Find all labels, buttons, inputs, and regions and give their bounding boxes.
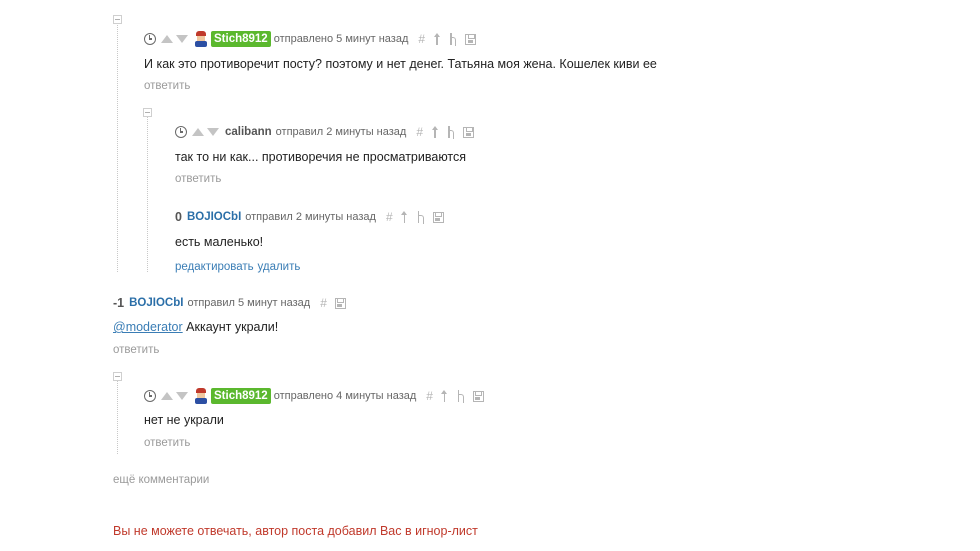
comment-timestamp: отправил 2 минуты назад xyxy=(245,211,376,223)
clock-icon[interactable] xyxy=(144,33,156,45)
save-icon[interactable] xyxy=(472,390,484,402)
collapse-toggle[interactable] xyxy=(113,372,122,381)
vote-down-icon[interactable] xyxy=(207,128,219,136)
comment-timestamp: отправил 2 минуты назад xyxy=(275,126,407,138)
permalink-icon[interactable]: # xyxy=(426,389,433,403)
branch-icon[interactable] xyxy=(417,211,425,224)
vote-down-icon[interactable] xyxy=(176,392,188,400)
thread-line xyxy=(117,378,118,454)
comment-timestamp: отправлено 5 минут назад xyxy=(273,33,409,45)
vote-down-icon[interactable] xyxy=(176,35,188,43)
comment-text: так то ни как... противоречия не просмат… xyxy=(175,150,467,164)
clock-icon[interactable] xyxy=(175,126,187,138)
comment-timestamp: отправил 5 минут назад xyxy=(187,297,311,309)
username[interactable]: BOJIOCbI xyxy=(187,211,241,223)
comment-text: нет не украли xyxy=(144,413,224,427)
comment-text: И как это противоречит посту? поэтому и … xyxy=(144,57,657,71)
reply-link[interactable]: ответить xyxy=(113,344,159,356)
permalink-icon[interactable]: # xyxy=(386,210,393,224)
collapse-toggle[interactable] xyxy=(143,108,152,117)
reply-link[interactable]: ответить xyxy=(144,80,190,92)
parent-comment-icon[interactable] xyxy=(401,211,409,223)
more-comments-link[interactable]: ещё комментарии xyxy=(113,474,209,486)
permalink-icon[interactable]: # xyxy=(320,296,327,310)
comment-header: calibann отправил 2 минуты назад # xyxy=(175,123,475,141)
comment-header: Stich8912 отправлено 4 минуты назад # xyxy=(144,387,484,405)
comment-actions: редактировать удалить xyxy=(175,259,300,273)
comment-text: @moderator Аккаунт украли! xyxy=(113,320,278,334)
mention-link[interactable]: @moderator xyxy=(113,320,183,334)
branch-icon[interactable] xyxy=(449,33,457,46)
comment-header: -1 BOJIOCbI отправил 5 минут назад # xyxy=(113,294,346,312)
comment-score: 0 xyxy=(175,210,182,224)
parent-comment-icon[interactable] xyxy=(441,390,449,402)
comment-header: 0 BOJIOCbI отправил 2 минуты назад # xyxy=(175,208,444,226)
branch-icon[interactable] xyxy=(447,126,455,139)
comment-timestamp: отправлено 4 минуты назад xyxy=(273,390,417,402)
username[interactable]: calibann xyxy=(225,126,272,138)
ignore-notice: Вы не можете отвечать, автор поста добав… xyxy=(113,524,478,538)
avatar[interactable] xyxy=(194,388,208,404)
comment-text: есть маленько! xyxy=(175,235,264,249)
reply-link[interactable]: ответить xyxy=(175,173,221,185)
comment-score: -1 xyxy=(113,296,125,310)
username[interactable]: BOJIOCbI xyxy=(129,297,183,309)
avatar[interactable] xyxy=(194,31,208,47)
branch-icon[interactable] xyxy=(457,390,465,403)
username[interactable]: Stich8912 xyxy=(211,31,271,47)
delete-link[interactable]: удалить xyxy=(258,261,301,273)
vote-up-icon[interactable] xyxy=(161,35,173,43)
edit-link[interactable]: редактировать xyxy=(175,261,254,273)
parent-comment-icon[interactable] xyxy=(431,126,439,138)
permalink-icon[interactable]: # xyxy=(418,32,425,46)
permalink-icon[interactable]: # xyxy=(416,125,423,139)
save-icon[interactable] xyxy=(432,211,444,223)
collapse-toggle[interactable] xyxy=(113,15,122,24)
save-icon[interactable] xyxy=(465,33,477,45)
thread-line xyxy=(117,20,118,272)
vote-up-icon[interactable] xyxy=(192,128,204,136)
username[interactable]: Stich8912 xyxy=(211,388,271,404)
comment-body: Аккаунт украли! xyxy=(182,320,279,334)
save-icon[interactable] xyxy=(463,126,475,138)
clock-icon[interactable] xyxy=(144,390,156,402)
comment-header: Stich8912 отправлено 5 минут назад # xyxy=(144,30,477,48)
vote-up-icon[interactable] xyxy=(161,392,173,400)
parent-comment-icon[interactable] xyxy=(433,33,441,45)
save-icon[interactable] xyxy=(334,297,346,309)
reply-link[interactable]: ответить xyxy=(144,437,190,449)
thread-line xyxy=(147,112,148,272)
